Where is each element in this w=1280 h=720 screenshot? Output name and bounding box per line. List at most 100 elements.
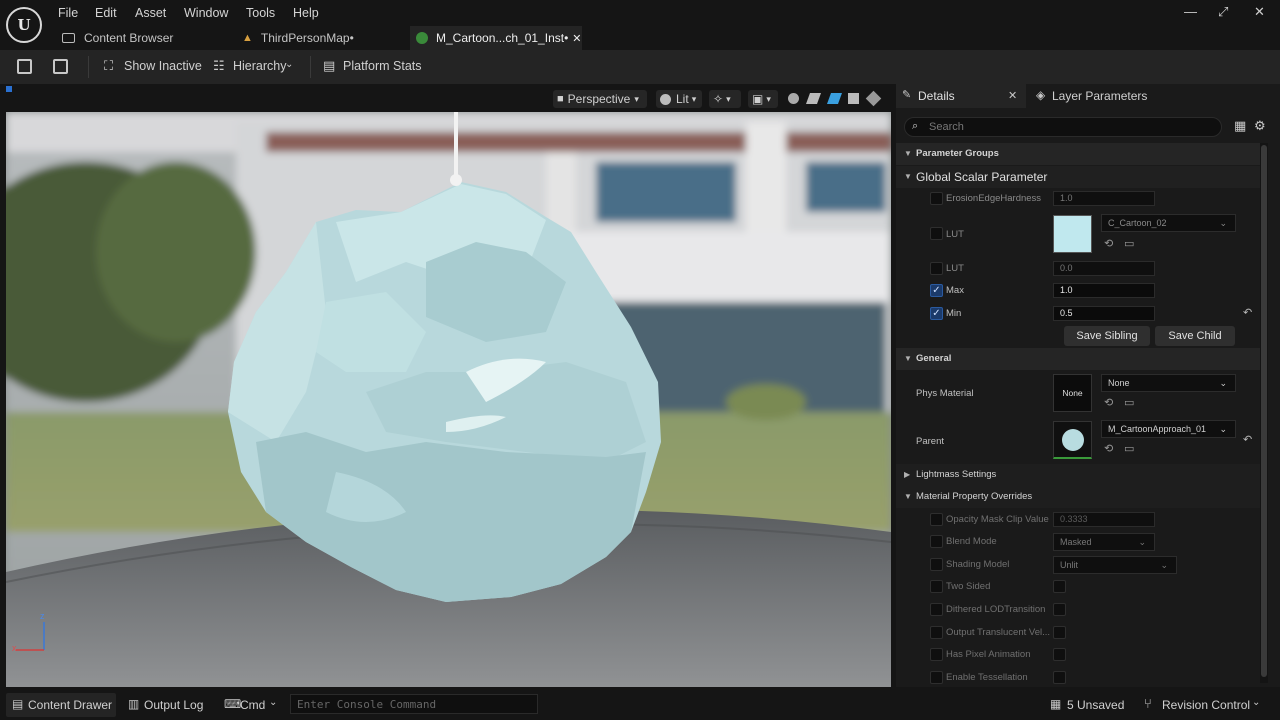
save-icon[interactable] <box>17 59 32 74</box>
param-label: LUT <box>946 229 964 240</box>
axis-x-label: x <box>12 643 17 653</box>
override-checkbox[interactable] <box>930 262 943 275</box>
phys-material-thumbnail[interactable]: None <box>1053 374 1092 412</box>
minimize-icon[interactable]: — <box>1184 4 1197 19</box>
texture-thumbnail[interactable] <box>1053 215 1092 253</box>
use-selected-icon[interactable]: ⟲ <box>1104 237 1113 250</box>
platform-stats-button[interactable]: Platform Stats <box>343 59 422 73</box>
browse-folder-icon[interactable]: ▭ <box>1124 237 1134 250</box>
sphere-preview-icon[interactable] <box>788 93 799 104</box>
override-checkbox[interactable] <box>930 648 943 661</box>
value-checkbox[interactable] <box>1053 671 1066 684</box>
override-checkbox[interactable] <box>930 192 943 205</box>
tab-layer-parameters[interactable]: ◈ Layer Parameters <box>1030 84 1180 108</box>
override-checkbox[interactable] <box>930 580 943 593</box>
camera-icon: ■ <box>557 93 564 105</box>
override-checkbox[interactable] <box>930 227 943 240</box>
cube-preview-icon[interactable] <box>848 93 859 104</box>
override-checkbox[interactable] <box>930 535 943 548</box>
console-command-input[interactable]: Enter Console Command <box>290 694 538 714</box>
scrollbar-track[interactable] <box>1260 143 1268 683</box>
tab-details[interactable]: ✎ Details ✕ <box>896 84 1026 108</box>
shading-model-dropdown[interactable]: Unlit ⌄ <box>1053 556 1177 574</box>
show-inactive-button[interactable]: Show Inactive <box>124 59 202 73</box>
layers-icon: ◈ <box>1036 88 1046 102</box>
category-material-property-overrides[interactable]: ▼ Material Property Overrides <box>896 486 1260 508</box>
texture-asset-dropdown[interactable]: C_Cartoon_02 ⌄ <box>1101 214 1236 232</box>
phys-material-dropdown[interactable]: None ⌄ <box>1101 374 1236 392</box>
use-selected-icon[interactable]: ⟲ <box>1104 442 1113 455</box>
override-row-pixel-animation: Has Pixel Animation <box>896 646 1260 664</box>
override-label: Shading Model <box>946 559 1010 570</box>
cylinder-preview-icon[interactable] <box>826 93 843 104</box>
group-global-scalar[interactable]: ▼ Global Scalar Parameter <box>896 166 1260 188</box>
hierarchy-button[interactable]: Hierarchy <box>233 59 287 73</box>
material-preview-viewport[interactable]: z x <box>6 112 891 687</box>
mesh-preview-icon[interactable] <box>865 90 882 107</box>
value-checkbox[interactable] <box>1053 603 1066 616</box>
preview-dropdown[interactable]: ▣ ▾ <box>748 90 778 108</box>
category-parameter-groups[interactable]: ▼ Parameter Groups <box>896 143 1260 165</box>
gear-icon[interactable]: ⚙ <box>1254 118 1266 134</box>
override-label: Opacity Mask Clip Value <box>946 514 1049 525</box>
override-checkbox[interactable] <box>930 558 943 571</box>
override-checkbox-checked[interactable]: ✓ <box>930 284 943 297</box>
use-selected-icon[interactable]: ⟲ <box>1104 396 1113 409</box>
plane-preview-icon[interactable] <box>805 93 822 104</box>
menu-help[interactable]: Help <box>293 6 319 20</box>
param-value-field[interactable]: 0.0 <box>1053 261 1155 276</box>
parent-material-dropdown[interactable]: M_CartoonApproach_01 ⌄ <box>1101 420 1236 438</box>
tab-material-instance[interactable]: M_Cartoon...ch_01_Inst• ✕ <box>410 26 582 50</box>
browse-icon[interactable] <box>53 59 68 74</box>
table-view-icon[interactable]: ▦ <box>1234 118 1246 134</box>
scrollbar-thumb[interactable] <box>1261 145 1267 677</box>
search-input[interactable]: ⌕ Search <box>904 117 1222 137</box>
override-checkbox[interactable] <box>930 626 943 639</box>
cmd-dropdown[interactable]: Cmd <box>240 698 265 712</box>
override-checkbox[interactable] <box>930 513 943 526</box>
browse-folder-icon[interactable]: ▭ <box>1124 442 1134 455</box>
reset-to-default-icon[interactable]: ↶ <box>1243 433 1252 446</box>
override-value-field[interactable]: 0.3333 <box>1053 512 1155 527</box>
param-value-field[interactable]: 0.5 <box>1053 306 1155 321</box>
category-lightmass[interactable]: ▶ Lightmass Settings <box>896 464 1260 486</box>
menu-window[interactable]: Window <box>184 6 228 20</box>
tab-third-person-map[interactable]: ▲ ThirdPersonMap• <box>236 26 406 50</box>
menu-edit[interactable]: Edit <box>95 6 117 20</box>
close-icon[interactable]: ✕ <box>1008 89 1017 102</box>
value-checkbox[interactable] <box>1053 626 1066 639</box>
view-mode-dropdown[interactable]: Lit ▾ <box>656 90 702 108</box>
override-checkbox-checked[interactable]: ✓ <box>930 307 943 320</box>
toolbar-divider <box>310 56 311 78</box>
tab-content-browser[interactable]: Content Browser <box>56 26 226 50</box>
override-checkbox[interactable] <box>930 671 943 684</box>
param-value-field[interactable]: 1.0 <box>1053 283 1155 298</box>
output-log-button[interactable]: Output Log <box>144 698 203 712</box>
value-checkbox[interactable] <box>1053 648 1066 661</box>
save-sibling-button[interactable]: Save Sibling <box>1064 326 1150 346</box>
revision-control-button[interactable]: Revision Control <box>1162 698 1250 712</box>
chevron-down-icon: ⌄ <box>285 59 294 70</box>
value-checkbox[interactable] <box>1053 580 1066 593</box>
restore-icon[interactable]: ⤢ <box>1218 4 1228 20</box>
perspective-dropdown[interactable]: ■ Perspective ▾ <box>553 90 647 108</box>
tab-label: Content Browser <box>84 31 174 45</box>
menu-asset[interactable]: Asset <box>135 6 166 20</box>
save-child-button[interactable]: Save Child <box>1155 326 1235 346</box>
menu-tools[interactable]: Tools <box>246 6 275 20</box>
window-close-icon[interactable]: ✕ <box>1254 4 1265 20</box>
show-flags-dropdown[interactable]: ✧ ▾ <box>709 90 741 108</box>
unreal-logo[interactable]: U <box>6 7 42 43</box>
reset-to-default-icon[interactable]: ↶ <box>1243 306 1252 319</box>
override-checkbox[interactable] <box>930 603 943 616</box>
parent-material-thumbnail[interactable] <box>1053 421 1092 459</box>
close-icon[interactable]: ✕ <box>572 32 581 45</box>
unsaved-button[interactable]: 5 Unsaved <box>1067 698 1124 712</box>
blend-mode-dropdown[interactable]: Masked ⌄ <box>1053 533 1155 551</box>
content-drawer-button[interactable]: ▤ Content Drawer <box>6 693 116 717</box>
param-value-field[interactable]: 1.0 <box>1053 191 1155 206</box>
browse-folder-icon[interactable]: ▭ <box>1124 396 1134 409</box>
menu-file[interactable]: File <box>58 6 78 20</box>
category-general[interactable]: ▼ General <box>896 348 1260 370</box>
details-panel: ✎ Details ✕ ◈ Layer Parameters ⌕ Search … <box>896 84 1280 687</box>
